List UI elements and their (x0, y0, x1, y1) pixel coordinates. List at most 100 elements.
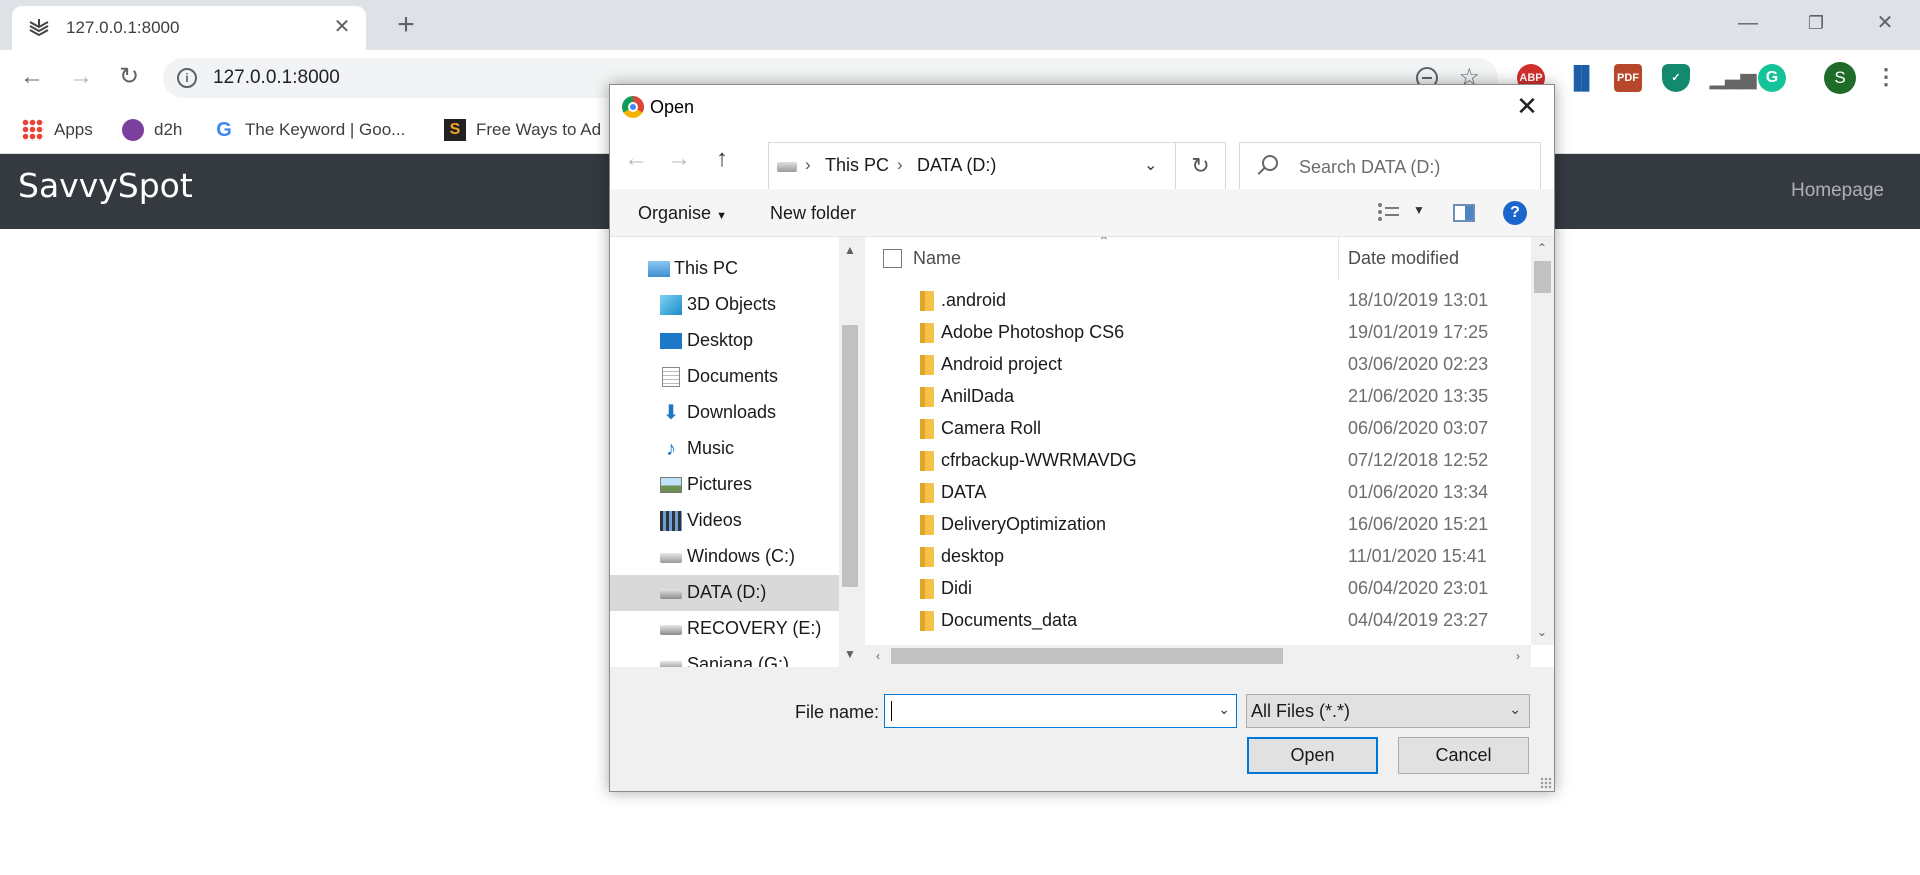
scroll-down-icon[interactable]: ▼ (839, 643, 861, 665)
pdf-extension-icon[interactable]: PDF (1614, 64, 1642, 92)
file-row[interactable]: desktop 11/01/2020 15:41 (865, 541, 1531, 573)
column-divider[interactable] (1338, 237, 1339, 281)
bar-chart-extension-icon[interactable]: ▐▌ (1566, 64, 1597, 92)
scroll-right-icon[interactable]: › (1507, 645, 1529, 667)
close-tab-icon[interactable]: ✕ (330, 15, 354, 39)
nav-item-documents[interactable]: Documents (610, 359, 839, 395)
address-bar-url[interactable]: 127.0.0.1:8000 (213, 67, 340, 89)
file-row[interactable]: Documents_data 04/04/2019 23:27 (865, 605, 1531, 637)
homepage-link[interactable]: Homepage (1791, 180, 1884, 202)
file-type-select[interactable]: All Files (*.*) ⌄ (1246, 694, 1530, 728)
file-name: DATA (941, 482, 987, 502)
browser-tab[interactable]: 127.0.0.1:8000 ✕ (12, 6, 366, 50)
scrollbar-thumb[interactable] (891, 648, 1283, 664)
up-folder-icon[interactable]: ↑ (708, 145, 736, 173)
refresh-icon[interactable]: ↻ (1176, 142, 1226, 190)
scroll-up-icon[interactable]: ▲ (839, 239, 861, 261)
chevron-down-icon[interactable]: ⌄ (1218, 701, 1230, 718)
documents-icon (662, 367, 680, 387)
file-list-horizontal-scrollbar[interactable]: ‹ › (865, 645, 1531, 667)
analytics-extension-icon[interactable]: ▁▃▅ (1710, 64, 1756, 92)
scroll-up-icon[interactable]: ⌃ (1531, 237, 1553, 259)
nav-item-videos[interactable]: Videos (610, 503, 839, 539)
file-date: 03/06/2020 02:23 (1348, 354, 1489, 374)
nav-item-music[interactable]: ♪ Music (610, 431, 839, 467)
close-window-icon[interactable]: ✕ (1870, 8, 1900, 38)
nav-item-downloads[interactable]: ⬇ Downloads (610, 395, 839, 431)
view-options-icon[interactable] (1378, 203, 1400, 221)
nav-item-recovery-e[interactable]: RECOVERY (E:) (610, 611, 839, 647)
navigation-scrollbar[interactable]: ▲ ▼ (839, 237, 861, 667)
cancel-button[interactable]: Cancel (1398, 737, 1529, 774)
file-row[interactable]: DeliveryOptimization 16/06/2020 15:21 (865, 509, 1531, 541)
nav-item-label: RECOVERY (E:) (687, 618, 822, 638)
nav-item-data-d[interactable]: DATA (D:) (610, 575, 839, 611)
nav-item-this-pc[interactable]: This PC (610, 251, 839, 287)
reload-icon[interactable]: ↻ (113, 61, 145, 93)
file-row[interactable]: AnilDada 21/06/2020 13:35 (865, 381, 1531, 413)
bookmark-apps[interactable]: Apps (22, 116, 93, 144)
search-input[interactable]: Search DATA (D:) (1239, 142, 1541, 190)
file-row[interactable]: .android 18/10/2019 13:01 (865, 285, 1531, 317)
dialog-close-icon[interactable]: ✕ (1512, 91, 1542, 121)
site-info-icon[interactable]: i (177, 68, 197, 88)
column-header-date-modified[interactable]: Date modified (1348, 248, 1459, 269)
select-all-checkbox[interactable] (883, 249, 902, 268)
profile-avatar[interactable]: S (1824, 62, 1856, 94)
file-list: Name ⌃ Date modified .android 18/10/2019 … (865, 237, 1554, 667)
nav-item-3d-objects[interactable]: 3D Objects (610, 287, 839, 323)
minimize-window-icon[interactable]: — (1733, 8, 1763, 38)
new-tab-button[interactable]: + (390, 10, 422, 42)
drive-icon (660, 589, 682, 599)
bookmark-the-keyword[interactable]: G The Keyword | Goo... (213, 116, 405, 144)
file-row[interactable]: Adobe Photoshop CS6 19/01/2019 17:25 (865, 317, 1531, 349)
file-name-field[interactable]: ⌄ (884, 694, 1237, 728)
forward-arrow-icon[interactable]: → (65, 61, 97, 93)
column-header-name[interactable]: Name (913, 248, 961, 269)
file-name: cfrbackup-WWRMAVDG (941, 450, 1137, 470)
chevron-down-icon[interactable]: ⌄ (1144, 155, 1157, 175)
preview-pane-icon[interactable] (1453, 204, 1475, 222)
nav-item-sanjana-g[interactable]: Sanjana (G:) (610, 647, 839, 667)
dialog-forward-icon[interactable]: → (665, 145, 693, 173)
bookmark-label: Free Ways to Ad (476, 120, 602, 139)
nav-item-desktop[interactable]: Desktop (610, 323, 839, 359)
back-arrow-icon[interactable]: ← (16, 61, 48, 93)
file-row[interactable]: Android project 03/06/2020 02:23 (865, 349, 1531, 381)
windows-drive-icon (660, 553, 682, 563)
file-row[interactable]: DATA 01/06/2020 13:34 (865, 477, 1531, 509)
file-row[interactable]: Didi 06/04/2020 23:01 (865, 573, 1531, 605)
file-name: Camera Roll (941, 418, 1042, 438)
dialog-back-icon[interactable]: ← (622, 145, 650, 173)
bookmark-free-ways[interactable]: S Free Ways to Ad (444, 116, 601, 144)
scrollbar-thumb[interactable] (1534, 261, 1551, 293)
file-date: 06/06/2020 03:07 (1348, 418, 1489, 438)
nav-item-windows-c[interactable]: Windows (C:) (610, 539, 839, 575)
grammarly-icon[interactable]: G (1758, 64, 1786, 92)
breadcrumb[interactable]: › This PC › DATA (D:) ⌄ (768, 142, 1176, 190)
site-brand[interactable]: SavvySpot (18, 166, 193, 205)
restore-window-icon[interactable]: ❐ (1801, 8, 1831, 38)
google-icon: G (216, 119, 232, 141)
shield-extension-icon[interactable]: ✓ (1662, 64, 1690, 92)
scroll-left-icon[interactable]: ‹ (867, 645, 889, 667)
file-list-vertical-scrollbar[interactable]: ⌃ ⌄ (1531, 237, 1554, 645)
file-name-input[interactable] (889, 698, 1194, 724)
folder-icon (920, 291, 934, 311)
breadcrumb-data-d[interactable]: DATA (D:) (917, 155, 996, 176)
file-row[interactable]: cfrbackup-WWRMAVDG 07/12/2018 12:52 (865, 445, 1531, 477)
open-button[interactable]: Open (1247, 737, 1378, 774)
new-folder-button[interactable]: New folder (770, 203, 856, 224)
resize-grip-icon[interactable] (1540, 777, 1552, 789)
file-row[interactable]: Camera Roll 06/06/2020 03:07 (865, 413, 1531, 445)
breadcrumb-this-pc[interactable]: This PC (825, 155, 889, 176)
nav-item-label: Sanjana (G:) (687, 654, 790, 667)
caret-down-icon[interactable]: ▼ (1413, 203, 1425, 217)
browser-menu-icon[interactable]: ⋮ (1875, 62, 1897, 94)
help-icon[interactable]: ? (1503, 201, 1527, 225)
bookmark-d2h[interactable]: d2h (122, 116, 182, 144)
scrollbar-thumb[interactable] (842, 325, 858, 587)
organise-button[interactable]: Organise ▼ (638, 203, 727, 224)
nav-item-pictures[interactable]: Pictures (610, 467, 839, 503)
scroll-down-icon[interactable]: ⌄ (1531, 621, 1553, 643)
